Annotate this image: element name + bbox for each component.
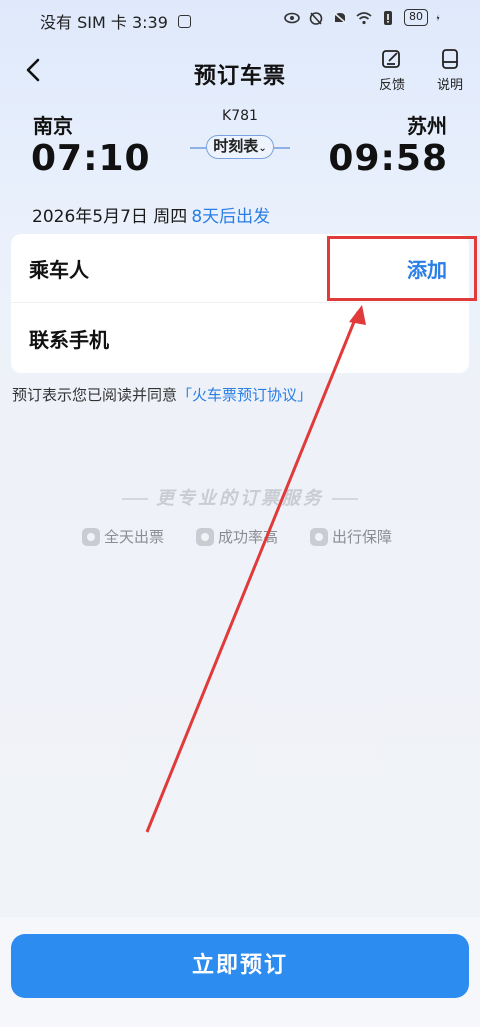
timetable-label: 时刻表 (213, 137, 259, 155)
agreement-prefix: 预订表示您已阅读并同意 (12, 386, 178, 404)
chart-icon (196, 527, 214, 546)
status-right: 80 (284, 9, 444, 26)
clock-icon (82, 527, 100, 546)
alarm-icon (309, 11, 323, 25)
timetable-line-left (190, 147, 206, 149)
travel-date: 2026年5月7日 周四 8天后出发 (32, 202, 270, 227)
help-button[interactable]: 说明 (430, 48, 470, 93)
feedback-icon (382, 50, 400, 68)
feature-success-rate: 成功率高 (196, 526, 278, 547)
timetable-button[interactable]: 时刻表⌄ (190, 134, 290, 160)
phone-row[interactable]: 联系手机 (11, 304, 469, 373)
days-until-departure: 8天后出发 (191, 207, 271, 227)
help-label: 说明 (436, 78, 463, 93)
annotation-highlight-box (327, 236, 477, 301)
nav-bar: 预订车票 反馈 说明 (0, 44, 480, 94)
feature-travel-guarantee: 出行保障 (310, 526, 392, 547)
charging-icon (436, 14, 440, 21)
service-title: 更专业的订票服务 (0, 484, 480, 510)
alert-icon (384, 10, 392, 25)
service-banner: 更专业的订票服务 (0, 484, 480, 510)
service-features: 全天出票 成功率高 出行保障 (0, 526, 480, 550)
departure-time: 07:10 (31, 138, 151, 179)
agreement-text: 预订表示您已阅读并同意「火车票预订协议」 (12, 384, 312, 405)
eye-icon (284, 12, 300, 23)
timetable-line-right (274, 147, 290, 149)
train-number: K781 (222, 108, 258, 124)
chevron-down-icon: ⌄ (258, 143, 267, 154)
mute-icon (332, 10, 348, 25)
status-left: 没有 SIM 卡 3:39 (40, 9, 191, 33)
status-bar: 没有 SIM 卡 3:39 80 (0, 0, 480, 36)
book-now-button[interactable]: 立即预订 (11, 934, 469, 998)
shield-icon (310, 527, 328, 546)
feature-all-day: 全天出票 (82, 526, 164, 547)
book-icon (442, 49, 458, 69)
train-info: 南京 苏州 07:10 09:58 K781 时刻表⌄ (0, 106, 480, 186)
date-text: 2026年5月7日 周四 (32, 207, 188, 227)
carrier-time: 没有 SIM 卡 3:39 (40, 13, 168, 32)
wifi-icon (356, 11, 372, 24)
phone-label: 联系手机 (29, 328, 109, 352)
feedback-label: 反馈 (378, 78, 405, 93)
passenger-label: 乘车人 (29, 258, 89, 282)
feedback-button[interactable]: 反馈 (372, 48, 412, 93)
timetable-pill[interactable]: 时刻表⌄ (206, 135, 274, 159)
notification-icon (177, 14, 191, 28)
arrival-time: 09:58 (328, 138, 448, 179)
battery-indicator: 80 (404, 9, 428, 26)
agreement-link[interactable]: 「火车票预订协议」 (177, 386, 312, 404)
